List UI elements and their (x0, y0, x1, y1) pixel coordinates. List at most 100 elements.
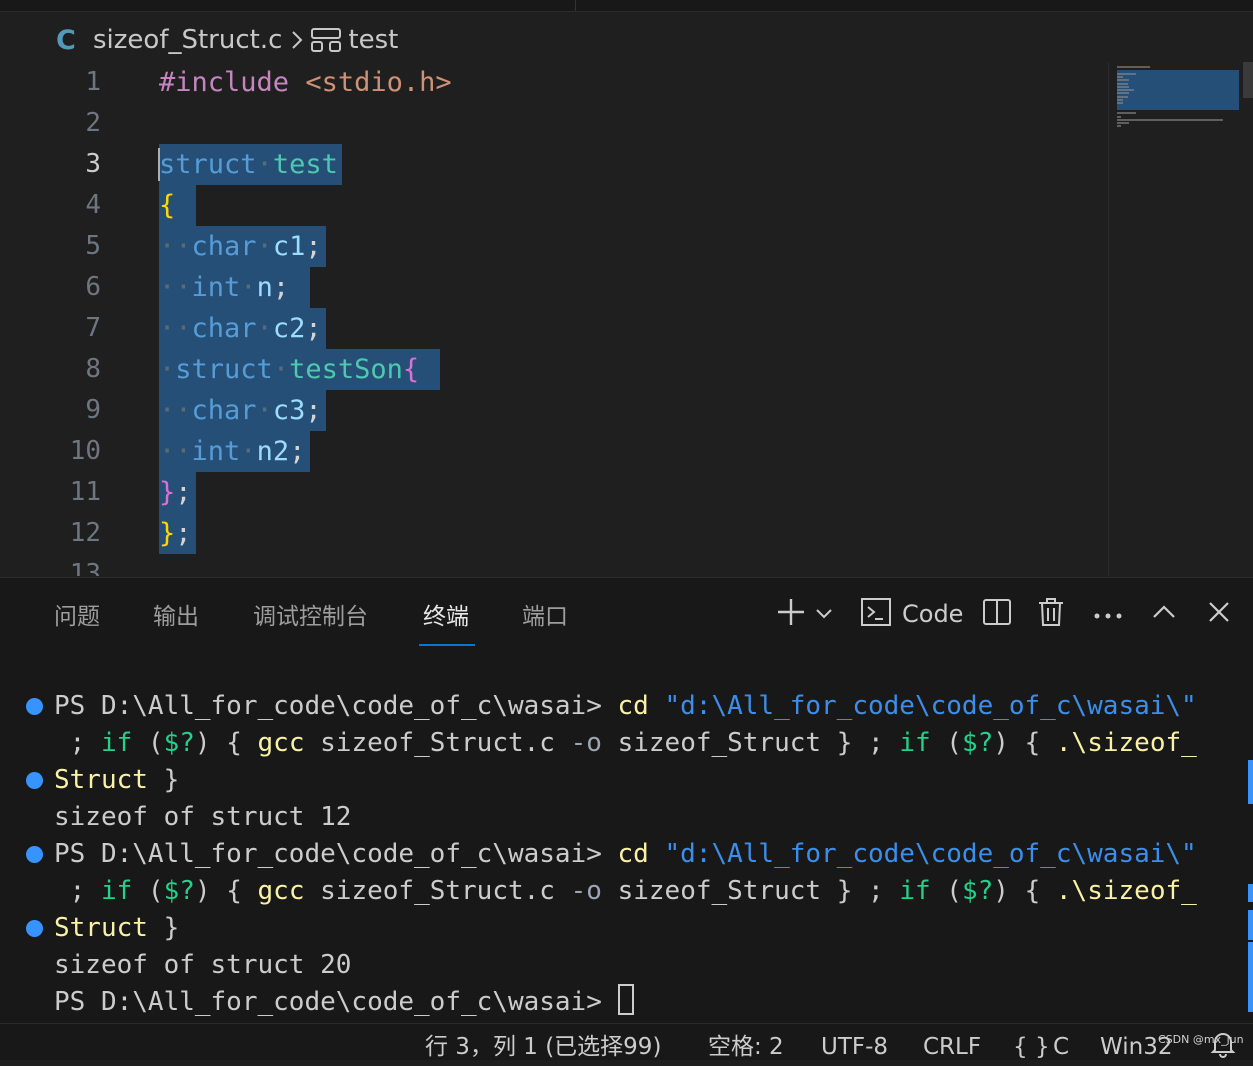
new-terminal-button[interactable] (775, 594, 833, 634)
minimap-line (1117, 115, 1121, 118)
breadcrumb-symbol[interactable]: test (348, 25, 398, 55)
minimap-line (1117, 85, 1129, 88)
plus-icon (775, 596, 807, 632)
terminal-profile-label: Code (902, 600, 964, 628)
minimap-line (1117, 102, 1123, 105)
code-text: { (159, 190, 176, 221)
code-text: ··char·c2; (159, 313, 322, 344)
minimap-line (1117, 99, 1123, 101)
code-line[interactable]: 2 (0, 103, 1108, 144)
terminal-line: ; if ($?) { gcc sizeof_Struct.c -o sizeo… (54, 876, 1197, 906)
split-icon (982, 597, 1012, 631)
scrollbar-marker (1248, 760, 1253, 804)
command-decoration-dot[interactable] (26, 846, 43, 863)
tab-terminal[interactable]: 终端 (423, 600, 469, 634)
line-number: 8 (85, 354, 101, 384)
tab-problems[interactable]: 问题 (54, 600, 100, 634)
code-text: }; (159, 477, 192, 508)
tab-debug-console[interactable]: 调试控制台 (253, 600, 368, 634)
minimap-line (1117, 79, 1129, 82)
line-number: 1 (85, 67, 101, 97)
more-actions-button[interactable] (1093, 594, 1123, 634)
code-line[interactable]: 9 ··char·c3; (0, 390, 1108, 431)
minimap-selection (1117, 70, 1239, 110)
code-line[interactable]: 7 ··char·c2; (0, 308, 1108, 349)
panel-tab-bar: 问题 输出 调试控制台 终端 端口 Code (0, 578, 1253, 656)
line-number: 10 (69, 436, 101, 466)
code-editor[interactable]: 1 #include <stdio.h> 2 3 struct·test 4{5 ··cha… (0, 62, 1108, 576)
code-text: ··int·n2; (159, 436, 306, 467)
indentation[interactable]: 空格: 2 (708, 1032, 784, 1062)
c-file-icon: C (56, 24, 76, 56)
minimap[interactable] (1108, 62, 1253, 576)
close-panel-button[interactable] (1207, 594, 1231, 634)
bottom-panel: 问题 输出 调试控制台 终端 端口 Code PS D:\All_for_cod… (0, 577, 1253, 1024)
line-number: 3 (85, 149, 101, 179)
code-line[interactable]: 4{ (0, 185, 1108, 226)
active-tab-indicator (419, 644, 475, 646)
terminal-line: ; if ($?) { gcc sizeof_Struct.c -o sizeo… (54, 728, 1197, 758)
terminal-line: Struct } (54, 913, 180, 943)
terminal-line: sizeof of struct 20 (54, 950, 352, 980)
command-decoration-dot[interactable] (26, 920, 43, 937)
line-number: 11 (69, 477, 101, 507)
ellipsis-icon (1093, 605, 1123, 624)
code-line[interactable]: 1 #include <stdio.h> (0, 62, 1108, 103)
maximize-panel-button[interactable] (1151, 594, 1177, 634)
terminal-line: PS D:\All_for_code\code_of_c\wasai> (54, 984, 634, 1021)
text-cursor (158, 148, 160, 181)
editor-tab-strip (0, 0, 1253, 12)
minimap-line (1117, 92, 1129, 95)
terminal-line: Struct } (54, 765, 180, 795)
minimap-line (1117, 122, 1129, 125)
code-line[interactable]: 10 ··int·n2; (0, 431, 1108, 472)
line-number: 2 (85, 108, 101, 138)
code-text: ··int·n; (159, 272, 290, 303)
line-ending[interactable]: CRLF (923, 1032, 981, 1062)
breadcrumb-file[interactable]: sizeof_Struct.c (93, 25, 282, 55)
split-terminal-button[interactable] (982, 594, 1012, 634)
code-line[interactable]: 11}; (0, 472, 1108, 513)
minimap-line (1117, 95, 1128, 98)
code-line[interactable]: 3 struct·test (0, 144, 1108, 185)
scrollbar-marker (1248, 910, 1253, 940)
terminal-line: PS D:\All_for_code\code_of_c\wasai> cd "… (54, 839, 1197, 869)
chevron-right-icon (290, 28, 304, 52)
tab-output[interactable]: 输出 (153, 600, 199, 634)
terminal-line: sizeof of struct 12 (54, 802, 352, 832)
braces-icon: { } (1013, 1034, 1050, 1060)
language-mode[interactable]: C (1053, 1032, 1069, 1062)
code-line[interactable]: 5 ··char·c1; (0, 226, 1108, 267)
code-line[interactable]: 8 ·struct·testSon{ (0, 349, 1108, 390)
breadcrumb: C sizeof_Struct.c test (56, 20, 398, 60)
kill-terminal-button[interactable] (1037, 594, 1065, 634)
minimap-line (1117, 125, 1121, 128)
line-number: 13 (69, 559, 101, 576)
code-text: ··char·c1; (159, 231, 322, 262)
encoding[interactable]: UTF-8 (821, 1032, 888, 1062)
code-line[interactable]: 6 ··int·n; (0, 267, 1108, 308)
line-number: 9 (85, 395, 101, 425)
line-number: 7 (85, 313, 101, 343)
chevron-down-icon[interactable] (815, 605, 833, 624)
tab-ports[interactable]: 端口 (522, 600, 568, 634)
minimap-line (1117, 89, 1134, 92)
scrollbar-marker (1248, 942, 1253, 1012)
minimap-scrollbar[interactable] (1243, 62, 1253, 98)
terminal-cursor (617, 984, 634, 1015)
chevron-up-icon (1151, 604, 1177, 624)
close-icon (1207, 600, 1231, 628)
status-bar: 行 3，列 1 (已选择99) 空格: 2 UTF-8 CRLF { } C W… (0, 1023, 1253, 1060)
trash-icon (1037, 596, 1065, 632)
code-line[interactable]: 12}; (0, 513, 1108, 554)
terminal-output[interactable]: PS D:\All_for_code\code_of_c\wasai> cd "… (0, 674, 1253, 1024)
code-line[interactable]: 13 (0, 554, 1108, 576)
command-decoration-dot[interactable] (26, 772, 43, 789)
line-number: 12 (69, 518, 101, 548)
cursor-position[interactable]: 行 3，列 1 (已选择99) (425, 1032, 661, 1062)
terminal-profile-button[interactable]: Code (860, 594, 963, 634)
minimap-line (1117, 75, 1123, 78)
code-text: }; (159, 518, 192, 549)
terminal-icon (860, 596, 892, 632)
command-decoration-dot[interactable] (26, 698, 43, 715)
